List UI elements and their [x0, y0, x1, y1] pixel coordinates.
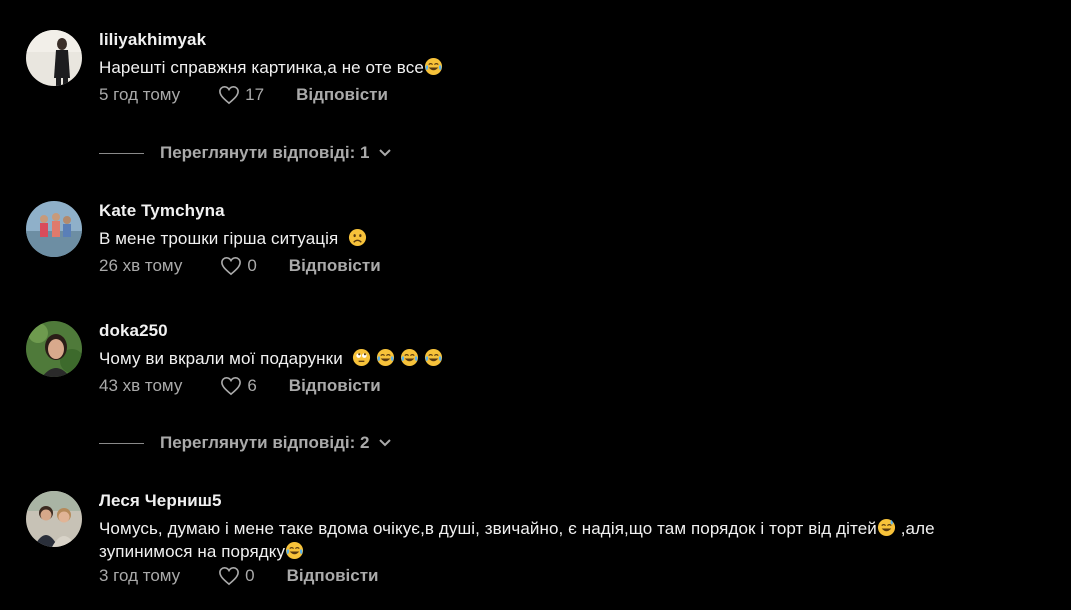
reply-button[interactable]: Відповісти [296, 85, 388, 105]
chevron-down-icon [379, 439, 392, 447]
like-button[interactable]: 0 [218, 566, 255, 586]
comment-text: Нарешті справжня картинка,а не оте все [99, 56, 1051, 79]
reply-button[interactable]: Відповісти [289, 256, 381, 276]
like-count: 0 [247, 256, 257, 275]
avatar[interactable] [26, 30, 82, 86]
view-replies-button[interactable]: Переглянути відповіді: 2 [99, 433, 392, 453]
like-count: 6 [247, 376, 257, 395]
like-button[interactable]: 17 [218, 85, 264, 105]
comment-username[interactable]: doka250 [99, 321, 1051, 341]
comment-meta: 5 год тому 17 Відповісти [99, 84, 1051, 106]
comment-username[interactable]: Kate Tymchyna [99, 201, 1051, 221]
comment-timestamp: 3 год тому [99, 566, 181, 585]
replies-divider [99, 442, 144, 444]
avatar[interactable] [26, 491, 82, 547]
rolling-eyes-emoji-icon [352, 348, 371, 368]
comment-username[interactable]: Леся Черниш5 [99, 491, 1051, 511]
comment-username[interactable]: liliyakhimyak [99, 30, 1051, 50]
heart-icon [219, 85, 240, 105]
comment-timestamp: 43 хв тому [99, 376, 183, 395]
heart-icon [221, 256, 242, 276]
comment-meta: 43 хв тому 6 Відповісти [99, 375, 1051, 397]
tears-of-joy-emoji-icon [376, 348, 395, 368]
like-button[interactable]: 0 [220, 256, 257, 276]
comment-timestamp: 5 год тому [99, 85, 181, 104]
comment-text: В мене трошки гірша ситуація [99, 227, 1051, 250]
avatar[interactable] [26, 321, 82, 377]
chevron-down-icon [379, 149, 392, 157]
tears-of-joy-emoji-icon [400, 348, 419, 368]
comment-text: Чому ви вкрали мої подарунки [99, 347, 1051, 370]
like-count: 0 [245, 566, 255, 585]
replies-divider [99, 152, 144, 154]
comment-meta: 3 год тому 0 Відповісти [99, 565, 1051, 587]
heart-icon [221, 376, 242, 396]
avatar[interactable] [26, 201, 82, 257]
tears-of-joy-emoji-icon [285, 541, 304, 561]
frowning-face-emoji-icon [348, 228, 367, 248]
view-replies-label: Переглянути відповіді: 2 [160, 433, 370, 452]
comment-timestamp: 26 хв тому [99, 256, 183, 275]
like-count: 17 [245, 85, 265, 104]
tears-of-joy-emoji-icon [424, 348, 443, 368]
reply-button[interactable]: Відповісти [289, 376, 381, 396]
reply-button[interactable]: Відповісти [287, 566, 379, 586]
like-button[interactable]: 6 [220, 376, 257, 396]
tears-of-joy-emoji-icon [424, 57, 443, 77]
heart-icon [219, 566, 240, 586]
view-replies-button[interactable]: Переглянути відповіді: 1 [99, 143, 392, 163]
comment-meta: 26 хв тому 0 Відповісти [99, 255, 1051, 277]
grinning-sweat-emoji-icon [877, 518, 896, 538]
view-replies-label: Переглянути відповіді: 1 [160, 143, 370, 162]
comment-text: Чомусь, думаю і мене таке вдома очікує,в… [99, 518, 935, 561]
